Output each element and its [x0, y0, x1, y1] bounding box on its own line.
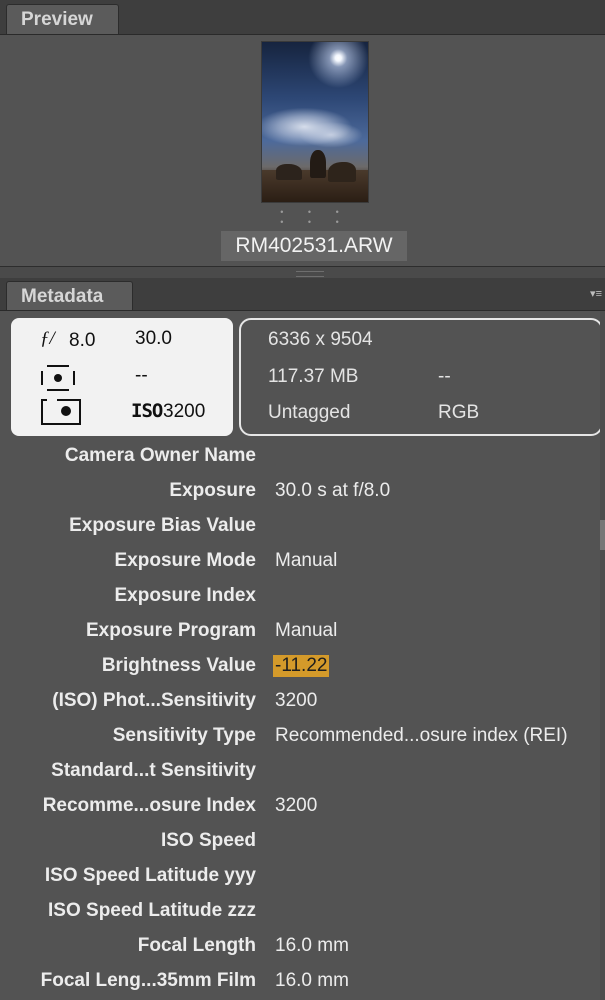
- metadata-row-label: Standard...t Sensitivity: [51, 760, 256, 781]
- metadata-row-value[interactable]: 30.0 s at f/8.0: [275, 480, 390, 502]
- metadata-row-label: Exposure Bias Value: [69, 515, 256, 536]
- aperture-icon: ƒ/: [40, 328, 55, 349]
- metadata-row-label: Sensitivity Type: [112, 725, 256, 746]
- metadata-row[interactable]: ISO Speed: [0, 825, 605, 860]
- preview-area: • • • • • • RM402531.ARW: [0, 35, 605, 265]
- metadata-row[interactable]: Exposure Program Manual: [0, 615, 605, 650]
- metadata-row-label: Camera Owner Name: [64, 445, 256, 466]
- camera-data-placard: ƒ/ 8.0 30.0 -- ISO 3200: [11, 318, 233, 436]
- metadata-row[interactable]: ISO Speed Latitude yyy: [0, 860, 605, 895]
- metadata-row[interactable]: ISO Speed Latitude zzz: [0, 895, 605, 930]
- metadata-row[interactable]: Exposure Mode Manual: [0, 545, 605, 580]
- iso-icon: ISO: [131, 400, 163, 422]
- aperture-value: 8.0: [69, 330, 96, 351]
- thumbnail-rock: [276, 164, 302, 180]
- metadata-row-label: Focal Length: [137, 935, 256, 956]
- metadata-row[interactable]: Exposure Index: [0, 580, 605, 615]
- metadata-row-label: ISO Speed Latitude zzz: [48, 900, 256, 921]
- metadata-row[interactable]: Focal Leng...35mm Film 16.0 mm: [0, 965, 605, 1000]
- metadata-row-label: Brightness Value: [101, 655, 256, 676]
- metering-icon: [41, 365, 75, 391]
- metadata-row[interactable]: (ISO) Phot...Sensitivity 3200: [0, 685, 605, 720]
- metadata-row-label: ISO Speed Latitude yyy: [44, 865, 256, 886]
- metadata-row-label: Focal Leng...35mm Film: [40, 970, 256, 991]
- preview-tab-strip: Preview: [0, 0, 605, 35]
- metadata-row[interactable]: Exposure Bias Value: [0, 510, 605, 545]
- shutter-value: 30.0: [135, 328, 172, 349]
- metadata-row-label: Exposure Program: [86, 620, 256, 641]
- metadata-row[interactable]: Focal Length 16.0 mm: [0, 930, 605, 965]
- metadata-row-label: Exposure: [169, 480, 256, 501]
- thumbnail-rock: [328, 162, 356, 182]
- metadata-row[interactable]: Recomme...osure Index 3200: [0, 790, 605, 825]
- metadata-row-label: Recomme...osure Index: [42, 795, 256, 816]
- color-profile: Untagged: [268, 402, 351, 423]
- file-size-extra: --: [438, 366, 451, 387]
- metadata-row[interactable]: Camera Owner Name: [0, 440, 605, 475]
- metadata-tab-strip: Metadata ▾≡: [0, 278, 605, 311]
- metadata-row-label: ISO Speed: [160, 830, 256, 851]
- metadata-row-value[interactable]: Manual: [275, 550, 337, 572]
- metadata-scroll-thumb[interactable]: [600, 520, 605, 550]
- panel-menu-icon[interactable]: ▾≡: [590, 287, 602, 300]
- metadata-row-value[interactable]: 16.0 mm: [275, 970, 349, 992]
- metadata-row-label: (ISO) Phot...Sensitivity: [52, 690, 256, 711]
- metadata-row-value[interactable]: Manual: [275, 620, 337, 642]
- metadata-row-value[interactable]: 16.0 mm: [275, 935, 349, 957]
- tab-metadata[interactable]: Metadata: [6, 281, 133, 310]
- preview-filename[interactable]: RM402531.ARW: [221, 231, 407, 261]
- camera-icon: [41, 399, 81, 425]
- color-mode: RGB: [438, 402, 480, 423]
- metadata-row[interactable]: Sensitivity Type Recommended...osure inde…: [0, 720, 605, 755]
- metadata-row-value[interactable]: Recommended...osure index (REI): [275, 725, 568, 747]
- image-dimensions: 6336 x 9504: [268, 329, 373, 350]
- file-properties-placard: 6336 x 9504 117.37 MB -- Untagged RGB: [239, 318, 603, 436]
- metadata-row-value[interactable]: 3200: [275, 795, 317, 817]
- splitter-grip-icon[interactable]: [296, 271, 324, 277]
- metadata-row-label: Exposure Index: [114, 585, 257, 606]
- file-size: 117.37 MB: [268, 366, 359, 387]
- metadata-row[interactable]: Brightness Value -11.22: [0, 650, 605, 685]
- preview-thumbnail[interactable]: [261, 41, 369, 203]
- metadata-row-value[interactable]: 3200: [275, 690, 317, 712]
- metadata-row-value[interactable]: -11.22: [273, 655, 330, 677]
- metadata-row[interactable]: Exposure 30.0 s at f/8.0: [0, 475, 605, 510]
- metadata-row-label: Exposure Mode: [114, 550, 256, 571]
- thumbnail-rock: [310, 150, 326, 178]
- iso-value: 3200: [163, 401, 206, 422]
- metadata-row[interactable]: Standard...t Sensitivity: [0, 755, 605, 790]
- metadata-scrollbar[interactable]: [600, 311, 605, 1000]
- page-dots[interactable]: • • • • • •: [270, 207, 360, 227]
- metering-value: --: [135, 365, 148, 386]
- tab-preview[interactable]: Preview: [6, 4, 119, 34]
